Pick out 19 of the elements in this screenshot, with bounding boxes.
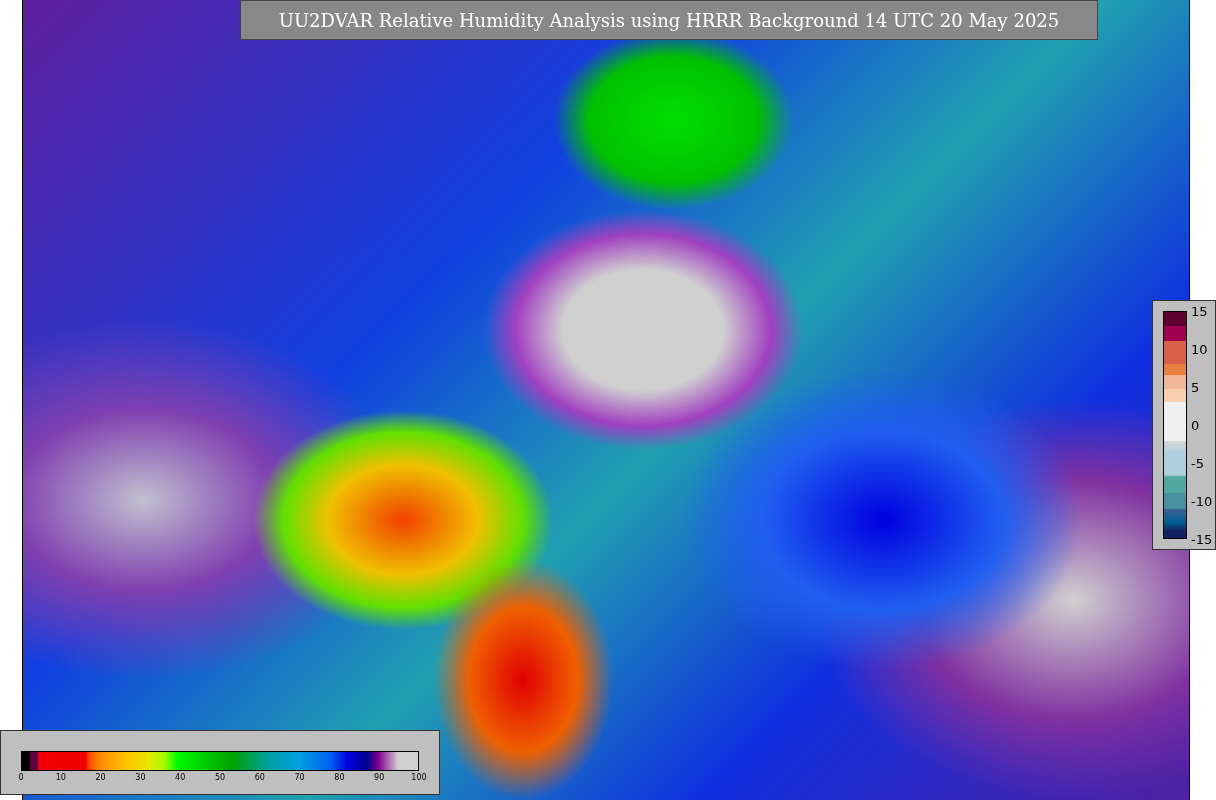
tick-label: 30 xyxy=(135,773,146,782)
tick-label: 70 xyxy=(294,773,305,782)
tick-label: -15 xyxy=(1191,531,1213,547)
tick-label: 10 xyxy=(55,773,66,782)
tick-label: 90 xyxy=(374,773,385,782)
tick-label: 10 xyxy=(1191,341,1208,357)
tick-label: 100 xyxy=(411,773,427,782)
tick-label: 80 xyxy=(334,773,345,782)
tick-label: 60 xyxy=(254,773,265,782)
tick-label: 5 xyxy=(1191,379,1200,395)
map-title: UU2DVAR Relative Humidity Analysis using HRRR Background 14 UTC 20 May 2025 xyxy=(240,0,1098,40)
tick-label: 50 xyxy=(214,773,226,782)
tick-label: 20 xyxy=(95,773,106,782)
tick-label: -5 xyxy=(1191,455,1204,471)
tick-label: 0 xyxy=(1191,417,1200,433)
tick-label: 15 xyxy=(1191,303,1208,319)
tick-label: 40 xyxy=(175,773,186,782)
tick-label: -10 xyxy=(1191,493,1213,509)
tick-label: 0 xyxy=(18,773,24,782)
